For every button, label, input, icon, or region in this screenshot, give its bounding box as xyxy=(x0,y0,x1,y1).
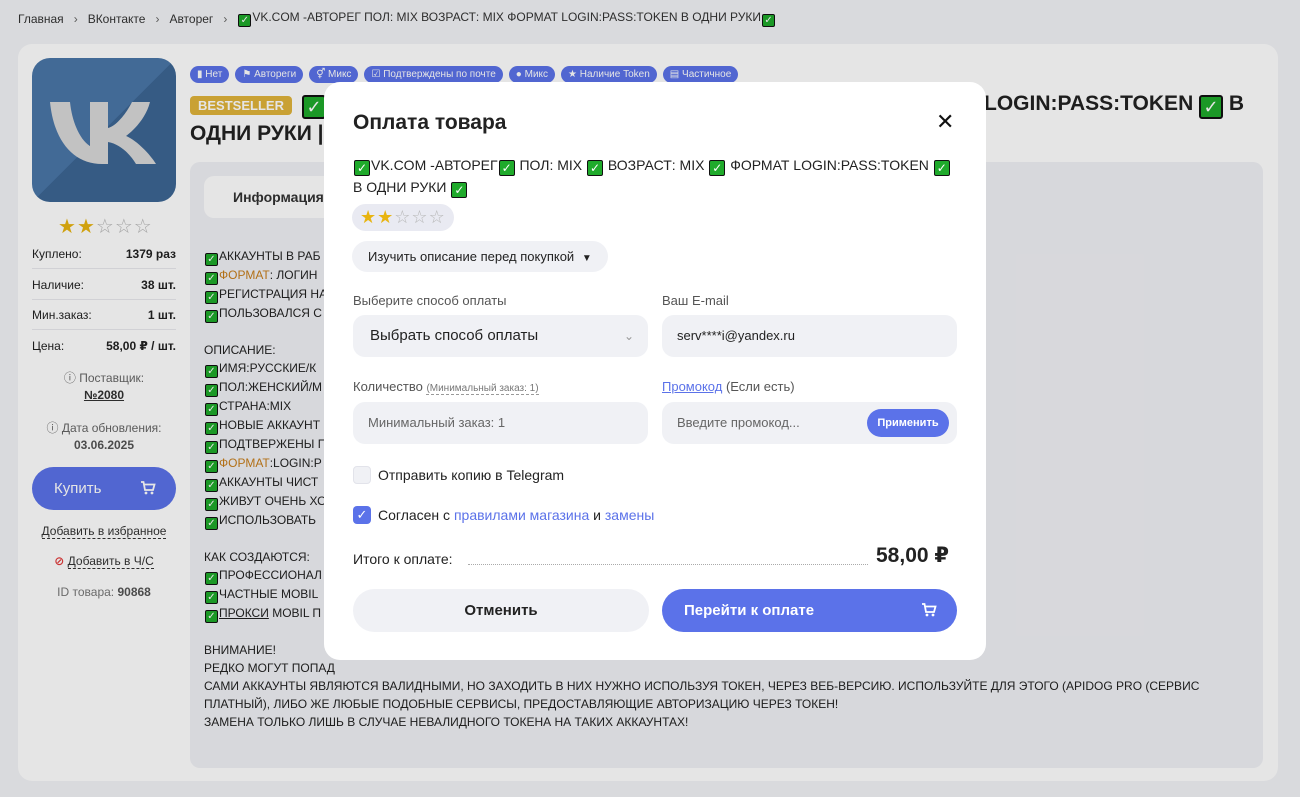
email-input[interactable]: serv****i@yandex.ru xyxy=(662,315,957,357)
star-filled-icon: ★ xyxy=(360,207,378,227)
agree-label: Согласен с правилами магазина и замены xyxy=(378,507,655,523)
modal-product-name: ✓ VK.COM -АВТОРЕГ ✓ ПОЛ: MIX ✓ ВОЗРАСТ: MI… xyxy=(353,154,963,198)
promo-input[interactable]: Введите промокод... Применить xyxy=(662,402,957,444)
pay-method-label: Выберите способ оплаты xyxy=(353,293,507,308)
telegram-checkbox[interactable] xyxy=(353,466,371,484)
cancel-button[interactable]: Отменить xyxy=(353,589,649,632)
check-icon: ✓ xyxy=(587,160,604,176)
chevron-down-icon: ⌄ xyxy=(623,329,634,343)
check-icon: ✓ xyxy=(451,182,468,198)
quantity-input[interactable]: Минимальный заказ: 1 xyxy=(353,402,648,444)
star-empty-icon: ☆ xyxy=(394,207,412,227)
study-description-button[interactable]: Изучить описание перед покупкой ▼ xyxy=(352,241,608,272)
email-label: Ваш E-mail xyxy=(662,293,729,308)
replace-link[interactable]: замены xyxy=(605,507,654,523)
apply-promo-button[interactable]: Применить xyxy=(867,409,949,437)
divider xyxy=(468,564,868,565)
payment-modal: Оплата товара ✕ ✓ VK.COM -АВТОРЕГ ✓ ПОЛ: M… xyxy=(324,82,986,660)
check-icon: ✓ xyxy=(498,160,515,176)
chevron-down-icon: ▼ xyxy=(581,253,592,264)
telegram-label: Отправить копию в Telegram xyxy=(378,467,565,483)
total-value: 58,00 ₽ xyxy=(876,544,949,567)
close-icon[interactable]: ✕ xyxy=(936,111,954,133)
promo-link[interactable]: Промокод xyxy=(662,379,722,394)
check-icon: ✓ xyxy=(933,160,950,176)
star-empty-icon: ☆ xyxy=(411,207,429,227)
pay-button[interactable]: Перейти к оплате xyxy=(662,589,957,632)
total-label: Итого к оплате: xyxy=(353,551,453,567)
promo-label: Промокод (Если есть) xyxy=(662,379,795,394)
rules-link[interactable]: правилами магазина xyxy=(454,507,589,523)
quantity-label: Количество (Минимальный заказ: 1) xyxy=(353,379,539,395)
cart-icon xyxy=(922,603,937,617)
check-icon: ✓ xyxy=(709,160,726,176)
star-filled-icon: ★ xyxy=(377,207,395,227)
star-empty-icon: ☆ xyxy=(428,207,446,227)
pay-method-select[interactable]: Выбрать способ оплаты ⌄ xyxy=(353,315,648,357)
modal-rating: ★★☆☆☆ xyxy=(352,204,454,231)
agree-checkbox[interactable]: ✓ xyxy=(353,506,371,524)
modal-title: Оплата товара xyxy=(353,111,507,134)
check-icon: ✓ xyxy=(354,160,370,176)
check-icon: ✓ xyxy=(356,507,368,522)
